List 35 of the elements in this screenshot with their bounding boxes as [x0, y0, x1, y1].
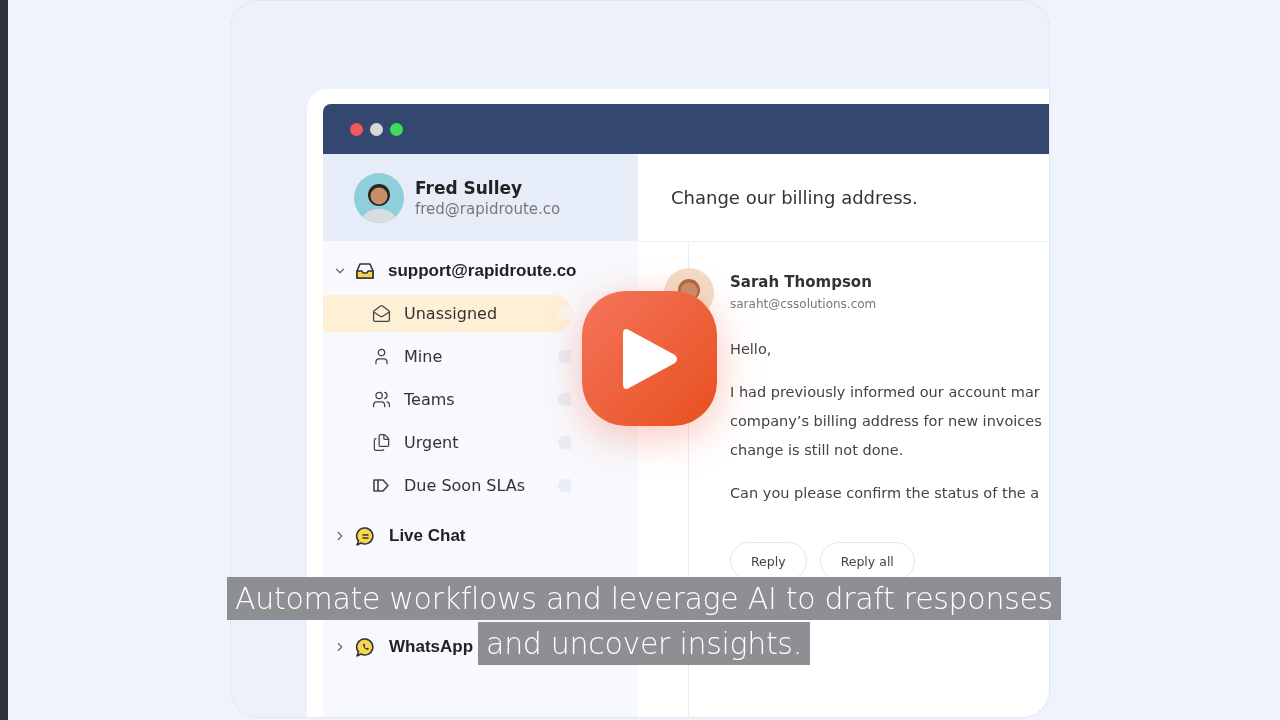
inbox-icon — [355, 262, 375, 280]
user-name: Fred Sulley — [415, 177, 524, 198]
count-pill — [558, 307, 571, 320]
play-button[interactable] — [582, 291, 717, 426]
conversation-subject: Change our billing address. — [638, 154, 1049, 242]
inbox-label[interactable]: WhatsApp — [389, 637, 474, 657]
minimize-button[interactable] — [370, 122, 383, 136]
user-email: fred@rapidroute.co — [415, 199, 561, 218]
reply-button[interactable]: Reply all — [819, 542, 915, 580]
label-icon — [372, 476, 391, 495]
user-icon — [372, 347, 391, 366]
chat-bubble-icon — [355, 525, 376, 547]
open-envelope-icon — [372, 304, 391, 323]
user-avatar — [354, 172, 404, 223]
folder-item[interactable]: Teams — [323, 381, 572, 418]
sender-email: saraht@cssolutions.com — [730, 297, 878, 311]
message-line: I had previously informed our account mar — [730, 383, 1041, 402]
folder-item[interactable]: Unassigned — [323, 295, 572, 332]
reply-button[interactable]: Reply — [730, 542, 807, 580]
message-line: company’s billing address for new invoices — [730, 412, 1042, 431]
maximize-button[interactable] — [390, 122, 403, 136]
whatsapp-icon — [355, 636, 376, 658]
documents-icon — [372, 433, 391, 452]
folder-item[interactable]: Mine — [323, 338, 572, 375]
inbox-label[interactable]: Live Chat — [389, 526, 466, 546]
close-button[interactable] — [350, 122, 363, 136]
message-line: change is still not done. — [730, 441, 905, 460]
folder-item[interactable]: Due Soon SLAs — [323, 467, 572, 504]
message-line: Can you please confirm the status of the a — [730, 484, 1041, 503]
greeting: Hello, — [730, 340, 773, 359]
sender-name: Sarah Thompson — [730, 273, 873, 291]
inbox-label[interactable]: support@rapidroute.co — [388, 261, 577, 281]
folder-item[interactable]: Urgent — [323, 424, 572, 461]
users-icon — [372, 390, 391, 409]
count-pill — [558, 393, 571, 406]
